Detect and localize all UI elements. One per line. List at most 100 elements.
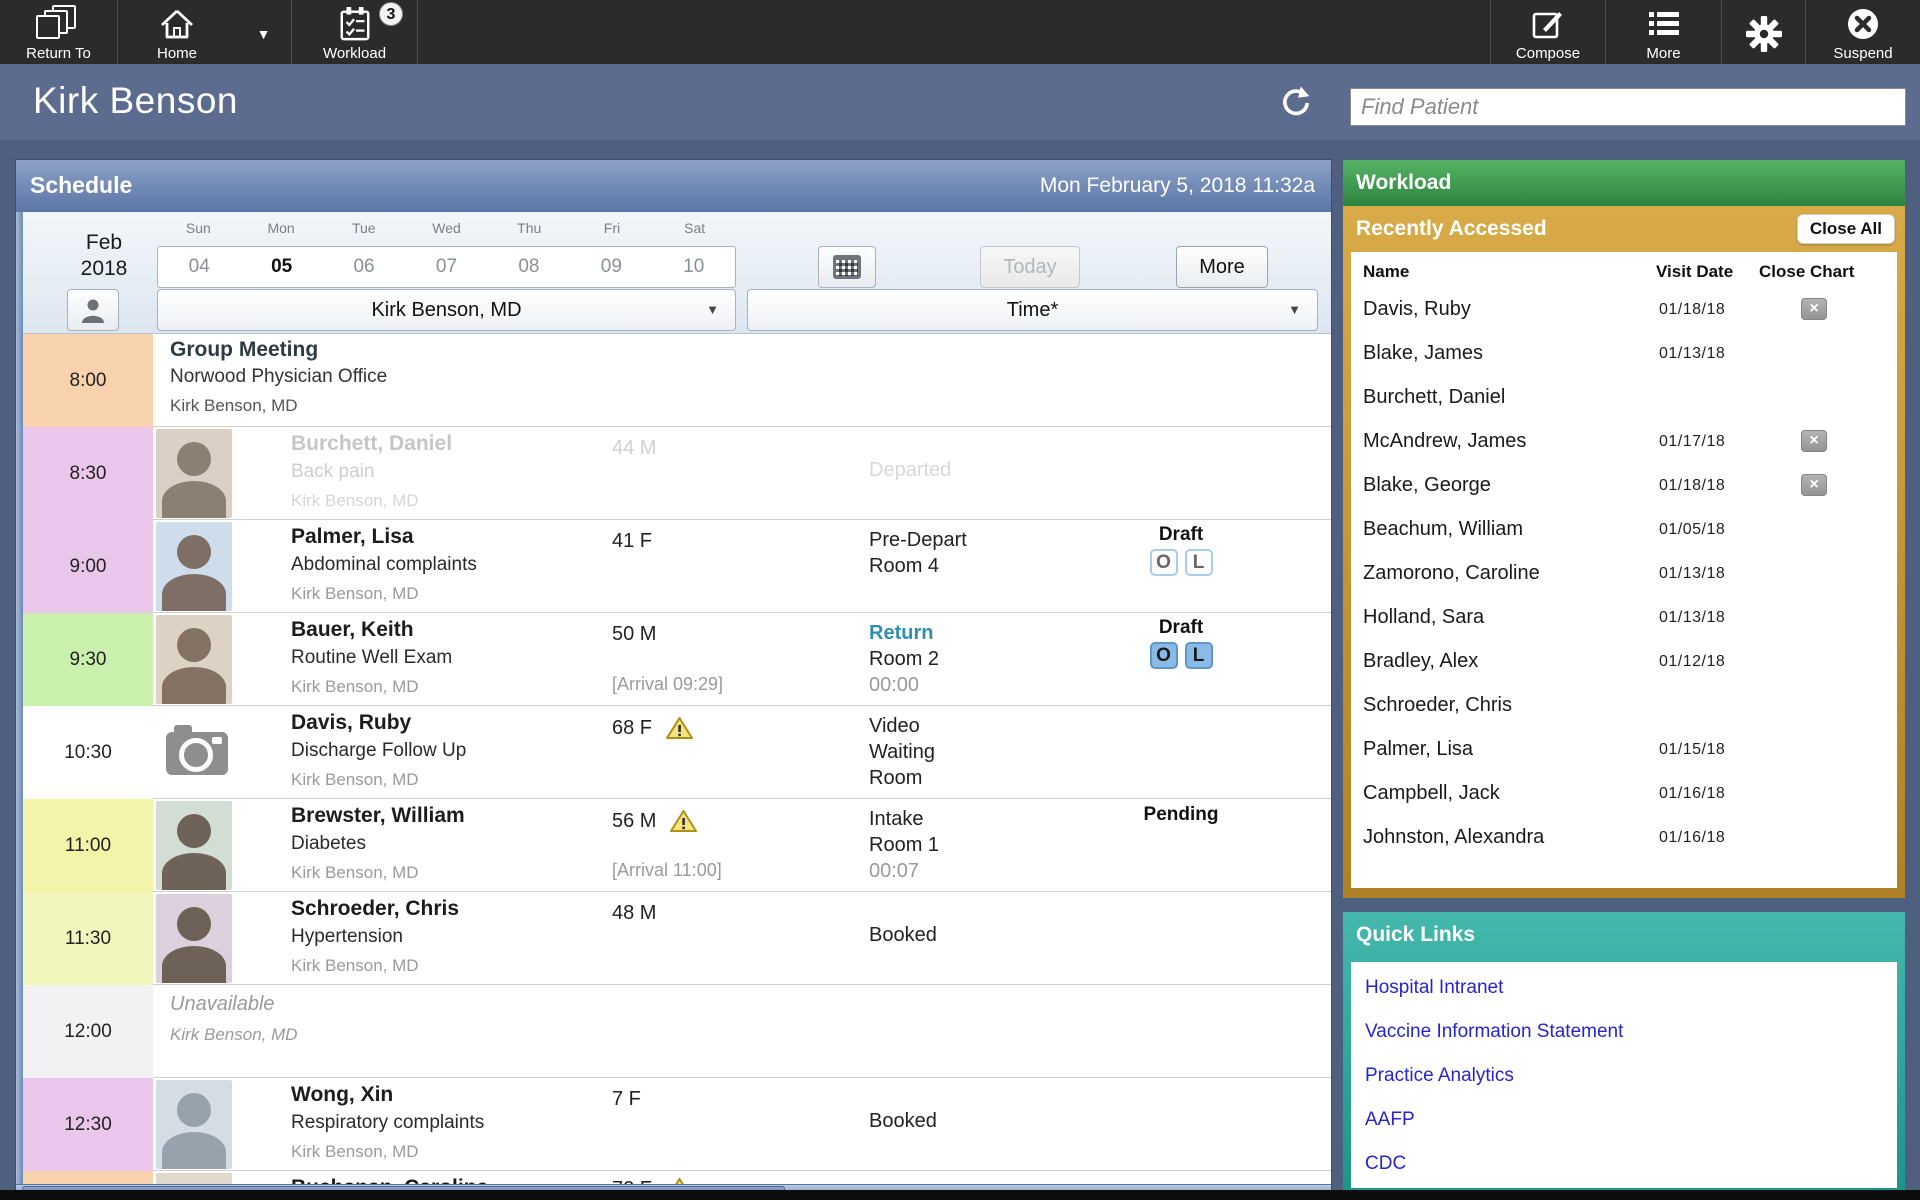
time-slot: 12:30 bbox=[23, 1078, 153, 1171]
schedule-row-patient[interactable]: Buchanan, Caroline 72 F bbox=[16, 1171, 1331, 1184]
suspend-button[interactable]: Suspend bbox=[1806, 0, 1920, 64]
patient-name: Buchanan, Caroline bbox=[291, 1176, 488, 1184]
home-dropdown-button[interactable]: ▼ bbox=[236, 0, 292, 64]
appointment-status: Departed bbox=[869, 457, 1089, 483]
date-cell-selected[interactable]: 05 bbox=[240, 256, 322, 278]
time-dropdown[interactable]: Time* ▼ bbox=[747, 289, 1318, 331]
patient-complaint: Hypertension bbox=[291, 926, 403, 948]
table-row[interactable]: Blake, George 01/18/18 × bbox=[1351, 466, 1897, 510]
provider-dropdown[interactable]: Kirk Benson, MD ▼ bbox=[157, 289, 736, 331]
patient-photo bbox=[156, 894, 232, 983]
date-cell[interactable]: 07 bbox=[405, 256, 487, 278]
patient-photo bbox=[156, 522, 232, 611]
close-chart-button[interactable]: × bbox=[1801, 430, 1827, 452]
table-row[interactable]: Beachum, William 01/05/18 bbox=[1351, 510, 1897, 554]
schedule-row-patient[interactable]: 11:00 Brewster, William Diabetes Kirk Be… bbox=[16, 799, 1331, 892]
patient-provider: Kirk Benson, MD bbox=[291, 956, 419, 976]
schedule-row-patient[interactable]: 8:30 Burchett, Daniel Back pain Kirk Ben… bbox=[16, 427, 1331, 520]
weekday-header-row: Sun Mon Tue Wed Thu Fri Sat bbox=[157, 220, 736, 236]
table-row[interactable]: Holland, Sara 01/13/18 bbox=[1351, 598, 1897, 642]
provider-dropdown-value: Kirk Benson, MD bbox=[371, 299, 521, 321]
schedule-row-patient[interactable]: 12:30 Wong, Xin Respiratory complaints K… bbox=[16, 1078, 1331, 1171]
table-row[interactable]: Davis, Ruby 01/18/18 × bbox=[1351, 290, 1897, 334]
office-note-button[interactable]: O bbox=[1150, 642, 1178, 669]
provider-select-button[interactable] bbox=[67, 289, 119, 331]
patient-photo bbox=[156, 1173, 232, 1184]
home-button[interactable]: Home bbox=[118, 0, 236, 64]
date-cell[interactable]: 10 bbox=[653, 256, 735, 278]
lab-note-button[interactable]: L bbox=[1185, 549, 1213, 576]
today-button[interactable]: Today bbox=[980, 246, 1080, 288]
compose-button[interactable]: Compose bbox=[1490, 0, 1606, 64]
visit-date: 01/15/18 bbox=[1659, 741, 1725, 759]
quick-link[interactable]: Hospital Intranet bbox=[1365, 966, 1897, 1010]
appointment-provider: Kirk Benson, MD bbox=[170, 1025, 298, 1045]
warning-icon bbox=[670, 809, 697, 833]
table-row[interactable]: Zamorono, Caroline 01/13/18 bbox=[1351, 554, 1897, 598]
time-dropdown-value: Time* bbox=[1007, 299, 1058, 321]
person-icon bbox=[80, 297, 106, 323]
schedule-row-meeting[interactable]: 8:00 Group Meeting Norwood Physician Off… bbox=[16, 334, 1331, 427]
column-header-visit-date: Visit Date bbox=[1656, 262, 1733, 282]
vertical-scrollbar[interactable] bbox=[16, 212, 23, 1196]
office-note-button[interactable]: O bbox=[1150, 549, 1178, 576]
visit-date: 01/17/18 bbox=[1659, 433, 1725, 451]
camera-icon bbox=[166, 732, 228, 775]
recently-accessed-header: Recently Accessed Close All bbox=[1343, 206, 1905, 252]
patient-provider: Kirk Benson, MD bbox=[291, 1142, 419, 1162]
more-menu-button[interactable]: More bbox=[1606, 0, 1722, 64]
status-room: Room 2 bbox=[869, 646, 1089, 672]
patient-name: Campbell, Jack bbox=[1363, 782, 1500, 805]
quick-link[interactable]: Vaccine Information Statement bbox=[1365, 1010, 1897, 1054]
time-slot: 8:30 bbox=[23, 427, 153, 520]
settings-button[interactable] bbox=[1722, 0, 1806, 64]
table-row[interactable]: Campbell, Jack 01/16/18 bbox=[1351, 774, 1897, 818]
quick-link[interactable]: Practice Analytics bbox=[1365, 1054, 1897, 1098]
pending-badge: Pending bbox=[1101, 804, 1261, 826]
close-chart-button[interactable]: × bbox=[1801, 298, 1827, 320]
patient-age-sex: 7 F bbox=[612, 1088, 641, 1111]
date-cell[interactable]: 09 bbox=[570, 256, 652, 278]
schedule-datetime: Mon February 5, 2018 11:32a bbox=[1040, 174, 1315, 198]
patient-photo bbox=[156, 429, 232, 518]
status-line: Room bbox=[869, 765, 1089, 791]
table-row[interactable]: Blake, James 01/13/18 bbox=[1351, 334, 1897, 378]
table-row[interactable]: Johnston, Alexandra 01/16/18 bbox=[1351, 818, 1897, 862]
return-to-button[interactable]: Return To bbox=[0, 0, 118, 64]
quick-link[interactable]: CDC bbox=[1365, 1142, 1897, 1186]
workload-badge: 3 bbox=[379, 2, 403, 26]
workload-button[interactable]: Workload 3 bbox=[292, 0, 418, 64]
table-header-row: Name Visit Date Close Chart bbox=[1351, 252, 1897, 290]
schedule-more-button[interactable]: More bbox=[1176, 246, 1268, 288]
date-cell[interactable]: 06 bbox=[323, 256, 405, 278]
schedule-controls: Feb 2018 Sun Mon Tue Wed Thu Fri Sat 04 … bbox=[16, 212, 1331, 334]
close-all-button[interactable]: Close All bbox=[1797, 214, 1895, 244]
schedule-row-patient[interactable]: 10:30 Davis, Ruby Discharge Follow Up Ki… bbox=[16, 706, 1331, 799]
quick-link[interactable]: AAFP bbox=[1365, 1098, 1897, 1142]
appointment-status: Video Waiting Room bbox=[869, 713, 1089, 791]
appointment-status: Pre-Depart Room 4 bbox=[869, 527, 1089, 579]
schedule-row-patient[interactable]: 9:30 Bauer, Keith Routine Well Exam Kirk… bbox=[16, 613, 1331, 706]
schedule-row-patient[interactable]: 11:30 Schroeder, Chris Hypertension Kirk… bbox=[16, 892, 1331, 985]
lab-note-button[interactable]: L bbox=[1185, 642, 1213, 669]
stacked-pages-icon bbox=[36, 5, 82, 43]
table-row[interactable]: Burchett, Daniel bbox=[1351, 378, 1897, 422]
patient-provider: Kirk Benson, MD bbox=[291, 863, 419, 883]
close-chart-button[interactable]: × bbox=[1801, 474, 1827, 496]
table-row[interactable]: Bradley, Alex 01/12/18 bbox=[1351, 642, 1897, 686]
appointment-status: Intake Room 1 00:07 bbox=[869, 806, 1089, 884]
patient-name: Burchett, Daniel bbox=[291, 432, 452, 456]
schedule-row-unavailable[interactable]: 12:00 Unavailable Kirk Benson, MD bbox=[16, 985, 1331, 1078]
table-row[interactable]: McAndrew, James 01/17/18 × bbox=[1351, 422, 1897, 466]
date-cell[interactable]: 08 bbox=[488, 256, 570, 278]
refresh-button[interactable] bbox=[1280, 86, 1314, 120]
patient-name: Holland, Sara bbox=[1363, 606, 1484, 629]
date-cell[interactable]: 04 bbox=[158, 256, 240, 278]
find-patient-input[interactable] bbox=[1350, 88, 1906, 126]
calendar-picker-button[interactable] bbox=[818, 246, 876, 288]
status-line: Pre-Depart bbox=[869, 527, 1089, 553]
table-row[interactable]: Palmer, Lisa 01/15/18 bbox=[1351, 730, 1897, 774]
status-line: Room 4 bbox=[869, 553, 1089, 579]
table-row[interactable]: Schroeder, Chris bbox=[1351, 686, 1897, 730]
schedule-row-patient[interactable]: 9:00 Palmer, Lisa Abdominal complaints K… bbox=[16, 520, 1331, 613]
